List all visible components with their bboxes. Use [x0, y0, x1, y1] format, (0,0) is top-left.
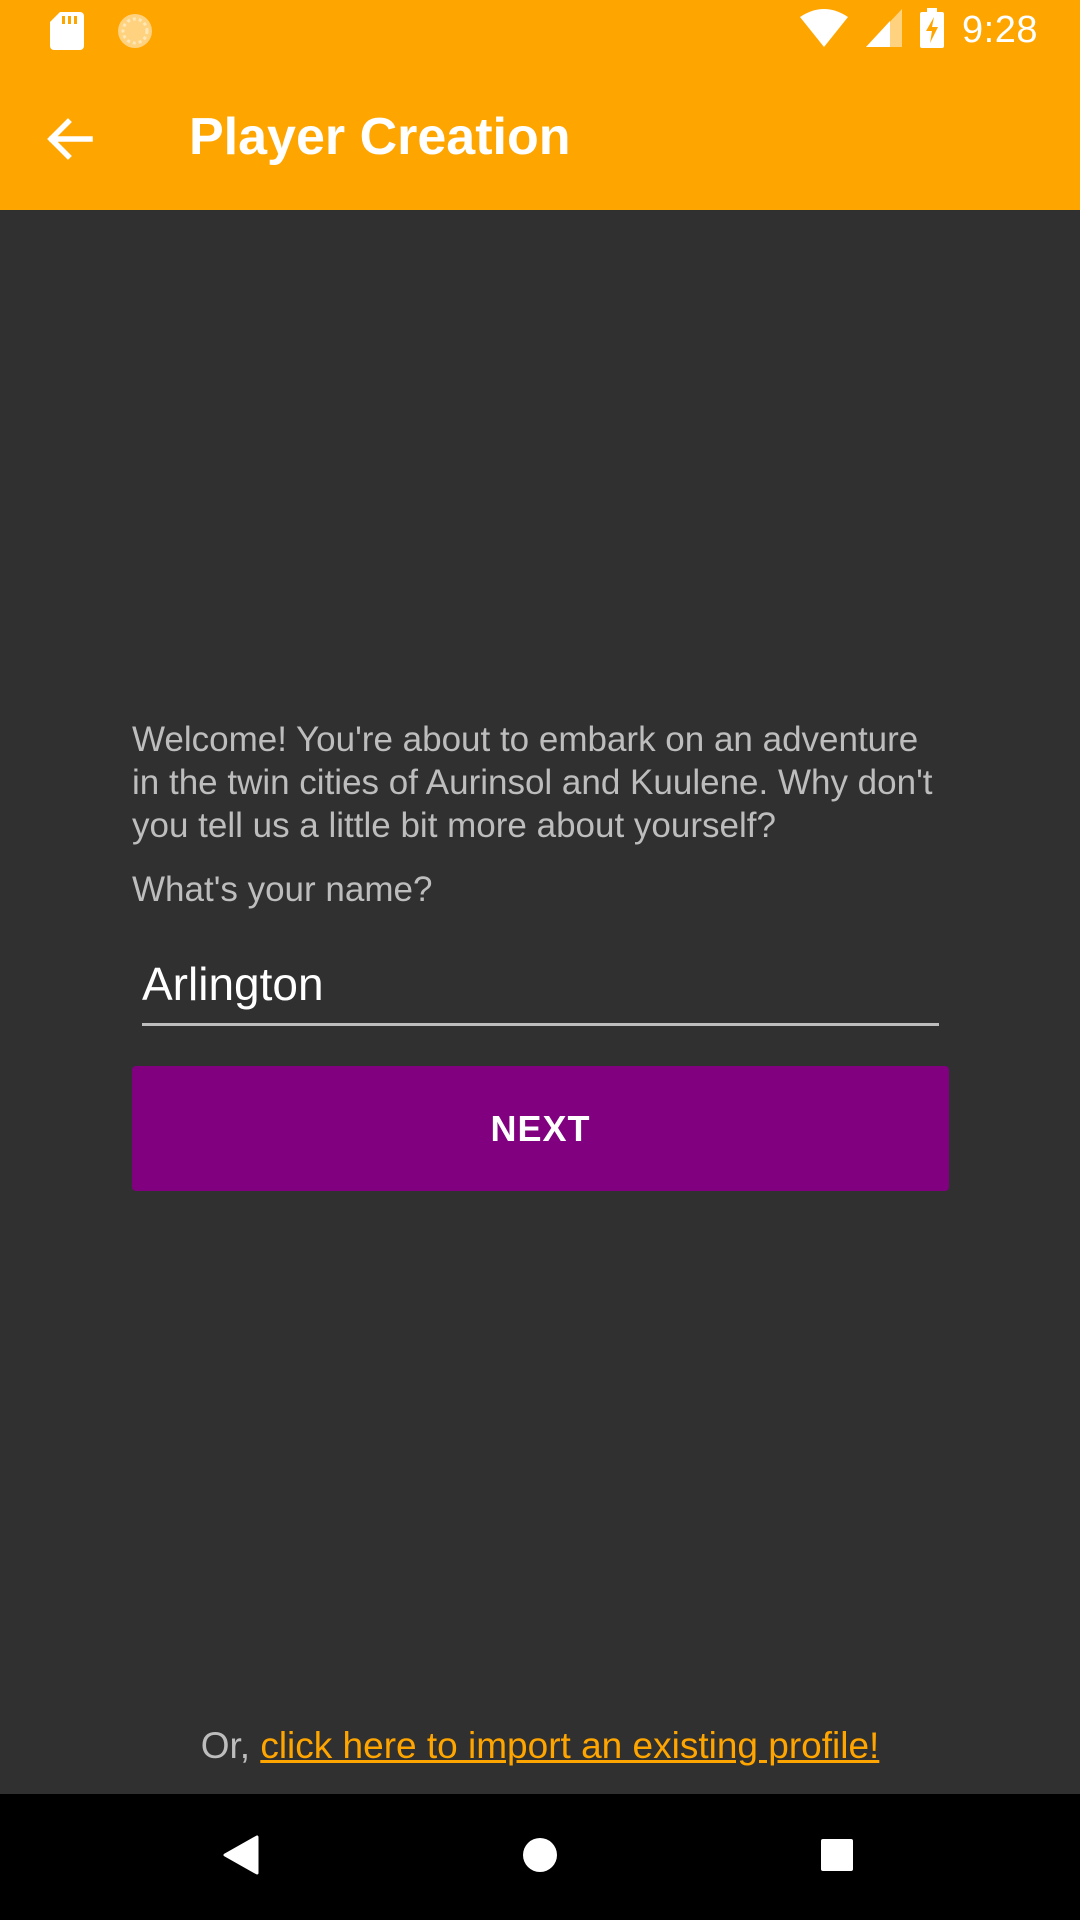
page-title: Player Creation — [189, 108, 571, 166]
app-bar: Player Creation — [0, 63, 1080, 210]
home-circle-icon — [521, 1836, 559, 1879]
wifi-icon — [800, 9, 849, 52]
name-input[interactable] — [142, 951, 939, 1017]
name-field-container — [142, 951, 939, 1026]
sync-icon — [116, 12, 154, 55]
navigation-bar — [0, 1794, 1080, 1920]
nav-recents-button[interactable] — [804, 1824, 870, 1890]
recents-square-icon — [820, 1838, 854, 1877]
arrow-back-icon — [46, 117, 94, 165]
status-bar: 9:28 — [0, 0, 1080, 63]
nav-back-button[interactable] — [208, 1824, 274, 1890]
status-left-icons — [50, 12, 154, 55]
player-creation-form: Welcome! You're about to embark on an ad… — [132, 718, 948, 1026]
welcome-text: Welcome! You're about to embark on an ad… — [132, 720, 933, 845]
back-triangle-icon — [223, 1835, 259, 1880]
name-question-label: What's your name? — [132, 870, 433, 909]
back-button[interactable] — [28, 99, 112, 183]
status-right-icons: 9:28 — [800, 8, 1038, 53]
import-prefix: Or, — [200, 1725, 261, 1766]
next-button[interactable]: NEXT — [132, 1066, 949, 1191]
nav-home-button[interactable] — [507, 1824, 573, 1890]
battery-charging-icon — [920, 8, 945, 53]
status-time: 9:28 — [962, 9, 1038, 51]
screen: 9:28 Player Creation Welcome! You're abo… — [0, 0, 1080, 1920]
sd-card-icon — [50, 12, 84, 55]
import-profile-link[interactable]: click here to import an existing profile… — [260, 1725, 879, 1766]
cell-signal-icon — [866, 9, 903, 52]
import-profile-line: Or, click here to import an existing pro… — [0, 1722, 1080, 1770]
